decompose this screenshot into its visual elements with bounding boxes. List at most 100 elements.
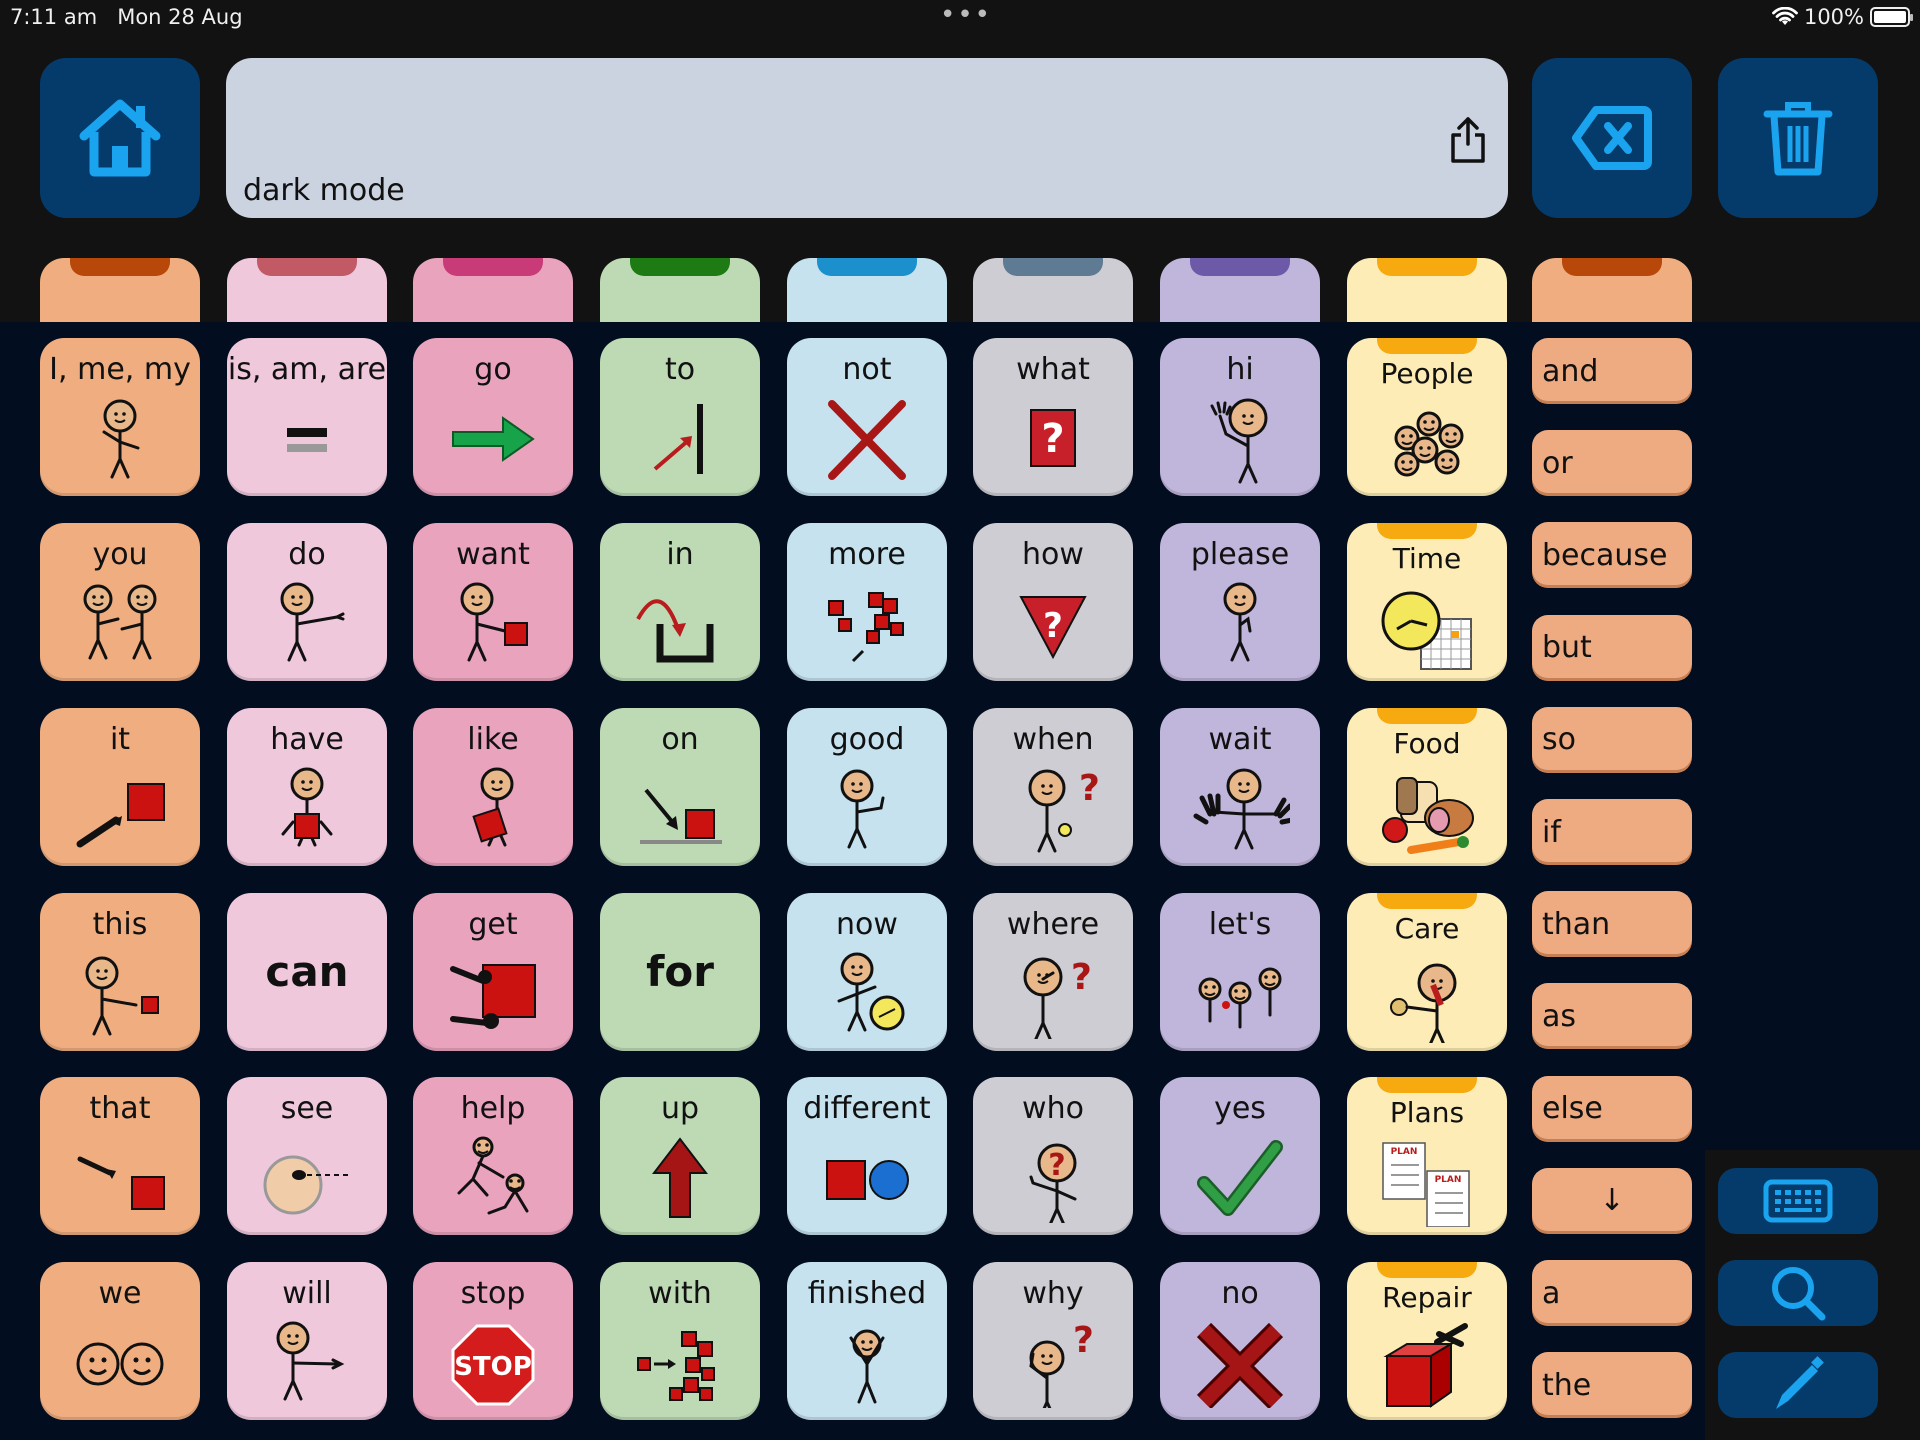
person-holding-box-icon <box>281 767 333 847</box>
folder-tab-6[interactable] <box>1160 258 1320 322</box>
side-word-and[interactable]: and <box>1532 338 1692 404</box>
word-cell-no[interactable]: no <box>1160 1262 1320 1420</box>
word-cell-it[interactable]: it <box>40 708 200 866</box>
word-cell-see[interactable]: see <box>227 1077 387 1235</box>
backspace-button[interactable] <box>1532 58 1692 218</box>
word-cell-to[interactable]: to <box>600 338 760 496</box>
word-cell-why[interactable]: why? <box>973 1262 1133 1420</box>
battery-fill <box>1874 11 1906 23</box>
side-word-than[interactable]: than <box>1532 891 1692 958</box>
folder-cell-people[interactable]: People <box>1347 338 1507 496</box>
folder-tab-2[interactable] <box>413 258 573 322</box>
folder-cell-time[interactable]: Time <box>1347 523 1507 681</box>
word-cell-now[interactable]: now <box>787 893 947 1051</box>
folder-cell-plans[interactable]: Plans PLAN PLAN <box>1347 1077 1507 1235</box>
word-cell-finished[interactable]: finished <box>787 1262 947 1420</box>
side-word-else[interactable]: else <box>1532 1075 1692 1142</box>
red-arrow-up-icon <box>651 1137 709 1218</box>
cell-label: do <box>288 537 326 572</box>
word-cell-will[interactable]: will <box>227 1262 387 1420</box>
word-cell-who[interactable]: who? <box>973 1077 1133 1235</box>
word-cell-this[interactable]: this <box>40 893 200 1051</box>
word-cell-that[interactable]: that <box>40 1077 200 1235</box>
word-cell-please[interactable]: please <box>1160 523 1320 681</box>
word-cell-you[interactable]: you <box>40 523 200 681</box>
word-cell-i-me-my[interactable]: I, me, my <box>40 338 200 496</box>
word-cell-good[interactable]: good <box>787 708 947 866</box>
share-icon[interactable] <box>1448 116 1488 164</box>
clock-calendar-icon <box>1381 591 1472 670</box>
person-hugging-box-icon <box>472 767 514 847</box>
word-cell-with[interactable]: with <box>600 1262 760 1420</box>
svg-text:?: ? <box>1073 1320 1094 1361</box>
word-cell-how[interactable]: how? <box>973 523 1133 681</box>
side-word-if[interactable]: if <box>1532 799 1692 865</box>
word-cell-when[interactable]: when? <box>973 708 1133 866</box>
person-pointing-forward-icon <box>276 1321 345 1401</box>
folder-cell-care[interactable]: Care <box>1347 893 1507 1051</box>
folder-tab-3[interactable] <box>600 258 760 322</box>
folder-tab-8[interactable] <box>1532 258 1692 322</box>
word-cell-wait[interactable]: wait <box>1160 708 1320 866</box>
svg-text:?: ? <box>1071 957 1092 998</box>
folder-cell-food[interactable]: Food <box>1347 708 1507 866</box>
side-word-as[interactable]: as <box>1532 983 1692 1050</box>
folder-tab-0[interactable] <box>40 258 200 322</box>
word-cell-for[interactable]: for <box>600 893 760 1051</box>
multitasking-dots[interactable]: ••• <box>940 0 992 30</box>
word-cell-we[interactable]: we <box>40 1262 200 1420</box>
word-cell-on[interactable]: on <box>600 708 760 866</box>
svg-text:PLAN: PLAN <box>1391 1147 1418 1157</box>
word-cell-hi[interactable]: hi <box>1160 338 1320 496</box>
keyboard-button[interactable] <box>1718 1168 1878 1234</box>
folder-tab-7[interactable] <box>1347 258 1507 322</box>
cell-label: like <box>467 722 519 757</box>
word-cell-is-am-are[interactable]: is, am, are <box>227 338 387 496</box>
svg-text:PLAN: PLAN <box>1435 1175 1462 1185</box>
word-cell-go[interactable]: go <box>413 338 573 496</box>
message-bar[interactable]: dark mode <box>226 58 1508 218</box>
tab-notch <box>1562 258 1662 276</box>
word-cell-stop[interactable]: stop STOP <box>413 1262 573 1420</box>
word-cell-have[interactable]: have <box>227 708 387 866</box>
cell-label: where <box>1006 907 1100 942</box>
word-cell-more[interactable]: more <box>787 523 947 681</box>
side-word-but[interactable]: but <box>1532 614 1692 681</box>
cell-label: now <box>836 907 898 942</box>
cell-label: let's <box>1208 907 1272 942</box>
search-button[interactable] <box>1718 1260 1878 1326</box>
folder-tab-1[interactable] <box>227 258 387 322</box>
cell-label: when <box>1012 722 1094 757</box>
scroll-down-button[interactable]: ↓ <box>1532 1167 1692 1234</box>
word-cell-like[interactable]: like <box>413 708 573 866</box>
word-cell-in[interactable]: in <box>600 523 760 681</box>
cell-label: not <box>842 352 892 387</box>
word-cell-not[interactable]: not <box>787 338 947 496</box>
edit-button[interactable] <box>1718 1352 1878 1418</box>
side-word-because[interactable]: because <box>1532 522 1692 589</box>
side-word-the[interactable]: the <box>1532 1352 1692 1419</box>
folder-notch <box>1377 893 1477 909</box>
search-icon <box>1772 1267 1826 1321</box>
word-cell-different[interactable]: different <box>787 1077 947 1235</box>
side-word-or[interactable]: or <box>1532 430 1692 497</box>
folder-cell-repair[interactable]: Repair <box>1347 1262 1507 1420</box>
word-cell-get[interactable]: get <box>413 893 573 1051</box>
side-word-so[interactable]: so <box>1532 706 1692 773</box>
home-button[interactable] <box>40 58 200 218</box>
word-cell-yes[interactable]: yes <box>1160 1077 1320 1235</box>
folder-notch <box>1377 523 1477 539</box>
word-cell-what[interactable]: what? <box>973 338 1133 496</box>
word-cell-up[interactable]: up <box>600 1077 760 1235</box>
word-cell-do[interactable]: do <box>227 523 387 681</box>
word-cell-where[interactable]: where? <box>973 893 1133 1051</box>
clear-button[interactable] <box>1718 58 1878 218</box>
folder-tab-5[interactable] <box>973 258 1133 322</box>
word-cell-can[interactable]: can <box>227 893 387 1051</box>
word-cell-let-s[interactable]: let's <box>1160 893 1320 1051</box>
word-cell-want[interactable]: want <box>413 523 573 681</box>
stop-sign-icon: STOP <box>451 1324 535 1406</box>
word-cell-help[interactable]: help <box>413 1077 573 1235</box>
folder-tab-4[interactable] <box>787 258 947 322</box>
side-word-a[interactable]: a <box>1532 1260 1692 1326</box>
